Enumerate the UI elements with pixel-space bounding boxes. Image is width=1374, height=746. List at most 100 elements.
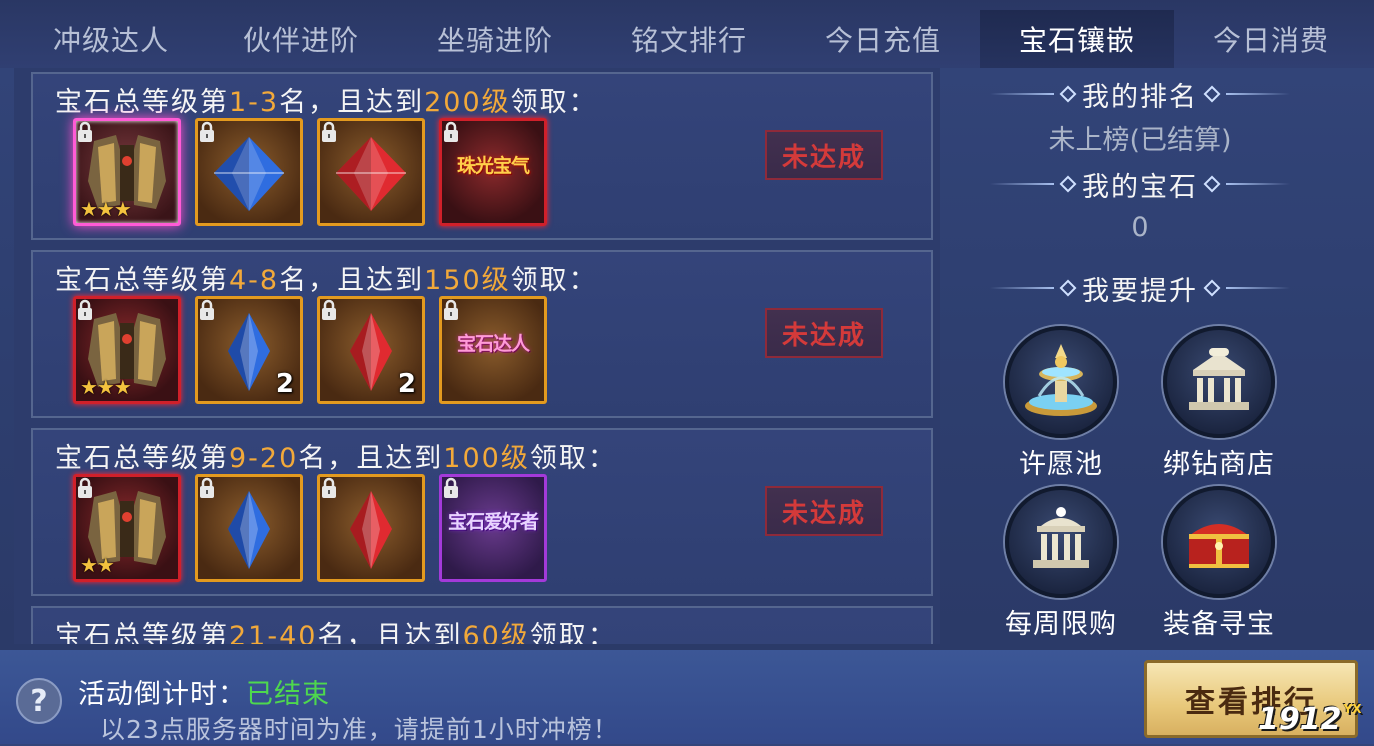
bound-diamond-shop-label: 绑钻商店 bbox=[1163, 449, 1275, 480]
item-count: 2 bbox=[275, 369, 294, 399]
title-title-mid: 名，且达到 bbox=[279, 87, 425, 118]
lock-icon bbox=[78, 477, 92, 498]
reward-row-title: 宝石总等级第1-3名，且达到200级领取： bbox=[55, 80, 598, 119]
bound-diamond-shop-button[interactable]: 绑钻商店 bbox=[1144, 326, 1294, 481]
lock-icon bbox=[200, 477, 214, 498]
my-gem-value: 0 bbox=[1131, 212, 1149, 243]
lock-icon bbox=[322, 299, 336, 320]
tab-level-master[interactable]: 冲级达人 bbox=[14, 10, 208, 68]
reward-item-armor[interactable]: ★★★ bbox=[73, 296, 181, 404]
title-badge-text: 珠光宝气 bbox=[456, 155, 530, 177]
bottom-bar: ? 活动倒计时：已结束 以23点服务器时间为准，请提前1小时冲榜！ 查看排行 bbox=[0, 650, 1374, 744]
reward-item-blue-gem[interactable]: 2 bbox=[195, 296, 303, 404]
reward-row: 宝石总等级第9-20名，且达到100级领取： ★★ 宝石爱好者 未达成 bbox=[31, 428, 933, 596]
claim-status-button[interactable]: 未达成 bbox=[765, 486, 883, 536]
watermark-sub: YX bbox=[1343, 702, 1362, 716]
title-level: 60级 bbox=[462, 621, 530, 644]
lock-icon bbox=[200, 299, 214, 320]
title-rank: 21-40 bbox=[229, 621, 318, 644]
reward-row: 宝石总等级第1-3名，且达到200级领取： ★★★ 珠光宝气 未达成 bbox=[31, 72, 933, 240]
title-level: 200级 bbox=[424, 87, 511, 118]
reward-list[interactable]: 宝石总等级第1-3名，且达到200级领取： ★★★ 珠光宝气 未达成 宝石总等级第4-8… bbox=[14, 68, 940, 644]
claim-status-button[interactable]: 未达成 bbox=[765, 308, 883, 358]
watermark-text: 1912 bbox=[1258, 702, 1342, 737]
title-title-mid: 名，且达到 bbox=[279, 265, 425, 296]
wishing-pool-label: 许愿池 bbox=[1019, 449, 1103, 480]
tab-gem-inlay[interactable]: 宝石镶嵌 bbox=[980, 10, 1174, 68]
reward-row-title: 宝石总等级第9-20名，且达到100级领取： bbox=[55, 436, 617, 475]
my-rank-label: 我的排名 bbox=[1082, 81, 1198, 113]
temple-icon bbox=[1005, 486, 1117, 598]
weekly-limited-label: 每周限购 bbox=[1005, 609, 1117, 640]
title-level: 100级 bbox=[443, 443, 530, 474]
title-title-prefix: 宝石总等级第 bbox=[55, 265, 229, 296]
wishing-pool-button[interactable]: 许愿池 bbox=[986, 326, 1136, 481]
lock-icon bbox=[322, 477, 336, 498]
title-rank: 9-20 bbox=[229, 443, 299, 474]
title-title-prefix: 宝石总等级第 bbox=[55, 621, 229, 644]
title-title-prefix: 宝石总等级第 bbox=[55, 87, 229, 118]
title-title-mid: 名，且达到 bbox=[317, 621, 463, 644]
star-rating: ★★ bbox=[80, 553, 115, 577]
title-badge-text: 宝石达人 bbox=[456, 333, 530, 355]
tab-inscription-rank[interactable]: 铭文排行 bbox=[592, 10, 786, 68]
reward-item-red-gem[interactable] bbox=[317, 118, 425, 226]
star-rating: ★★★ bbox=[80, 197, 132, 221]
title-badge-text: 宝石爱好者 bbox=[447, 511, 539, 533]
reward-row: 宝石总等级第21-40名，且达到60级领取： bbox=[31, 606, 933, 644]
title-level: 150级 bbox=[424, 265, 511, 296]
tab-bar: 冲级达人 伙伴进阶 坐骑进阶 铭文排行 今日充值 宝石镶嵌 今日消费 bbox=[0, 0, 1374, 68]
lock-icon bbox=[322, 121, 336, 142]
tab-today-consume[interactable]: 今日消费 bbox=[1174, 10, 1368, 68]
countdown-value: 已结束 bbox=[246, 679, 330, 710]
upgrade-header: 我要提升 bbox=[990, 270, 1290, 307]
my-rank-header: 我的排名 bbox=[990, 76, 1290, 113]
reward-item-red-gem[interactable] bbox=[317, 474, 425, 582]
temple-icon bbox=[1163, 326, 1275, 438]
claim-status-button[interactable]: 未达成 bbox=[765, 130, 883, 180]
star-rating: ★★★ bbox=[80, 375, 132, 399]
countdown-label: 活动倒计时： bbox=[78, 679, 246, 710]
tab-partner-advance[interactable]: 伙伴进阶 bbox=[204, 10, 398, 68]
lock-icon bbox=[444, 299, 458, 320]
title-title-suffix: 领取： bbox=[510, 87, 598, 118]
title-title-suffix: 领取： bbox=[529, 621, 617, 644]
my-gem-header: 我的宝石 bbox=[990, 166, 1290, 203]
upgrade-label: 我要提升 bbox=[1082, 275, 1198, 307]
reward-item-blue-gem[interactable] bbox=[195, 474, 303, 582]
help-icon[interactable]: ? bbox=[16, 678, 62, 724]
treasure-chest-icon bbox=[1163, 486, 1275, 598]
equipment-treasure-label: 装备寻宝 bbox=[1163, 609, 1275, 640]
lock-icon bbox=[200, 121, 214, 142]
fountain-icon bbox=[1005, 326, 1117, 438]
equipment-treasure-button[interactable]: 装备寻宝 bbox=[1144, 486, 1294, 641]
watermark-logo: 1912 YX bbox=[1258, 702, 1361, 737]
reward-row-title: 宝石总等级第21-40名，且达到60级领取： bbox=[55, 614, 617, 644]
reward-item-red-gem[interactable]: 2 bbox=[317, 296, 425, 404]
title-title-mid: 名，且达到 bbox=[298, 443, 444, 474]
reward-item-armor[interactable]: ★★ bbox=[73, 474, 181, 582]
reward-row-title: 宝石总等级第4-8名，且达到150级领取： bbox=[55, 258, 598, 297]
lock-icon bbox=[444, 477, 458, 498]
server-time-note: 以23点服务器时间为准，请提前1小时冲榜！ bbox=[100, 715, 619, 744]
item-count: 2 bbox=[397, 369, 416, 399]
reward-item-title-badge[interactable]: 珠光宝气 bbox=[439, 118, 547, 226]
tab-today-recharge[interactable]: 今日充值 bbox=[786, 10, 980, 68]
title-title-prefix: 宝石总等级第 bbox=[55, 443, 229, 474]
reward-item-blue-gem[interactable] bbox=[195, 118, 303, 226]
my-gem-label: 我的宝石 bbox=[1082, 171, 1198, 203]
reward-item-title-badge[interactable]: 宝石达人 bbox=[439, 296, 547, 404]
title-rank: 1-3 bbox=[229, 87, 280, 118]
lock-icon bbox=[78, 121, 92, 142]
title-title-suffix: 领取： bbox=[510, 265, 598, 296]
reward-item-title-badge[interactable]: 宝石爱好者 bbox=[439, 474, 547, 582]
my-rank-value: 未上榜(已结算) bbox=[1048, 125, 1232, 156]
countdown: 活动倒计时：已结束 bbox=[78, 672, 330, 711]
lock-icon bbox=[444, 121, 458, 142]
weekly-limited-button[interactable]: 每周限购 bbox=[986, 486, 1136, 641]
tab-mount-advance[interactable]: 坐骑进阶 bbox=[398, 10, 592, 68]
title-rank: 4-8 bbox=[229, 265, 280, 296]
title-title-suffix: 领取： bbox=[529, 443, 617, 474]
lock-icon bbox=[78, 299, 92, 320]
reward-item-armor[interactable]: ★★★ bbox=[73, 118, 181, 226]
